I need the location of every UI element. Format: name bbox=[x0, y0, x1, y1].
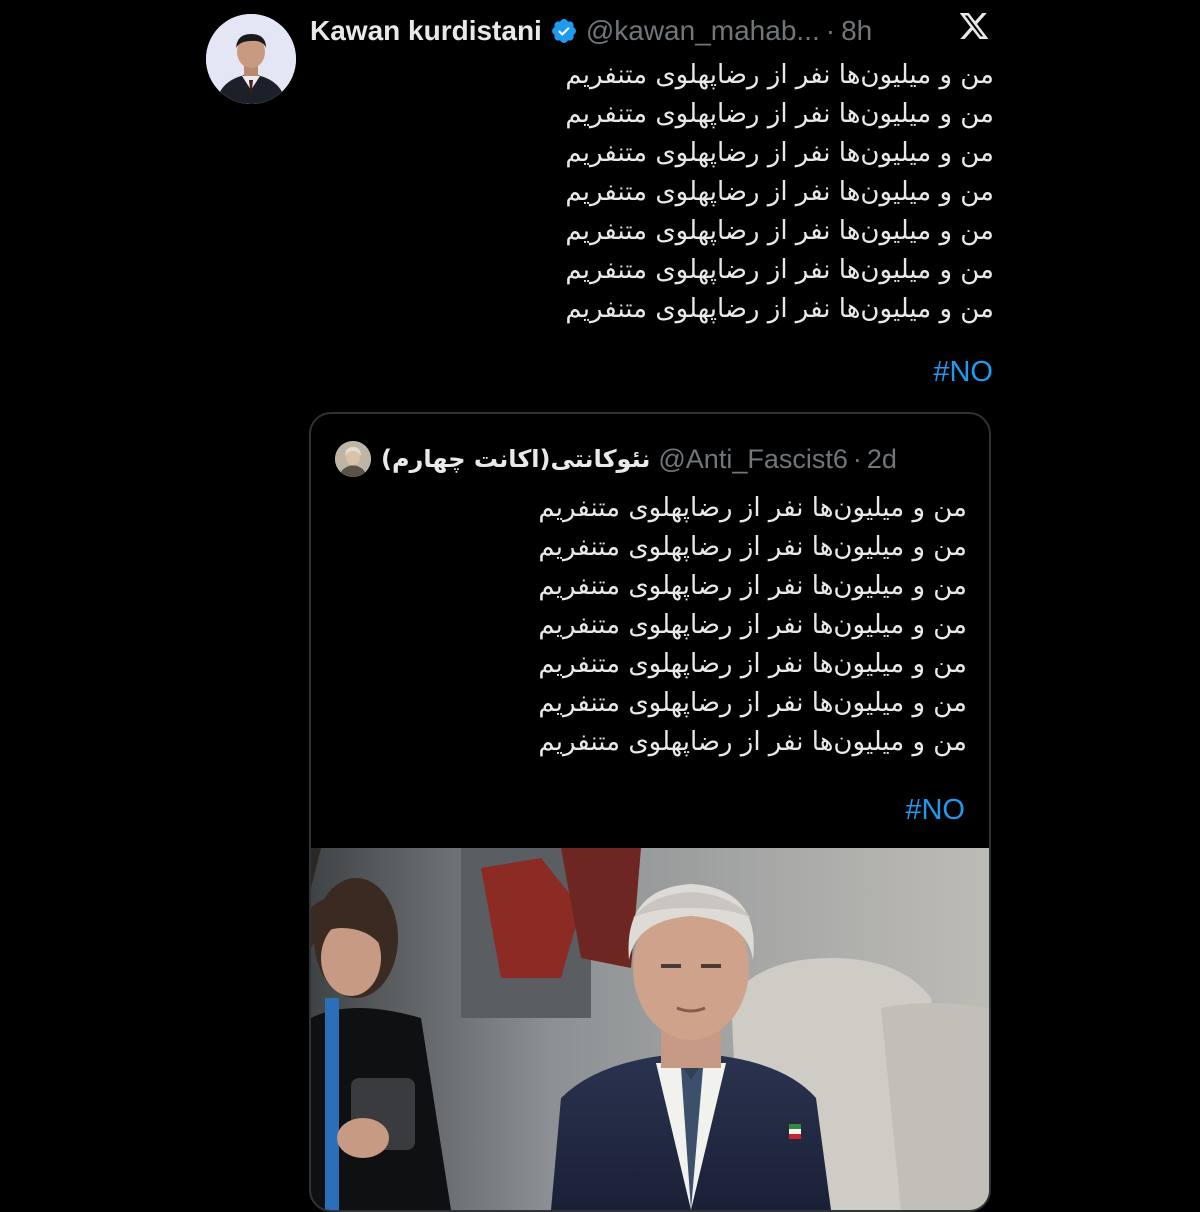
portrait-avatar-icon bbox=[335, 441, 371, 477]
quoted-text-line: من و میلیون‌ها نفر از رضاپهلوی متنفریم bbox=[538, 649, 967, 679]
profile-photo-icon bbox=[206, 14, 296, 104]
tweet-text-line: من و میلیون‌ها نفر از رضاپهلوی متنفریم bbox=[565, 138, 994, 168]
quoted-text-line: من و میلیون‌ها نفر از رضاپهلوی متنفریم bbox=[538, 571, 967, 601]
hashtag-link[interactable]: #NO bbox=[933, 356, 993, 389]
dot-separator: · bbox=[852, 443, 862, 474]
quoted-timestamp[interactable]: 2d bbox=[867, 444, 897, 475]
quoted-tweet-header: نئوکانتی(اکانت چهارم) @Anti_Fascist6 · 2… bbox=[335, 438, 897, 480]
tweet-text-line: من و میلیون‌ها نفر از رضاپهلوی متنفریم bbox=[565, 255, 994, 285]
author-handle[interactable]: @kawan_mahab... bbox=[586, 15, 820, 47]
quoted-text-line: من و میلیون‌ها نفر از رضاپهلوی متنفریم bbox=[538, 727, 967, 757]
quoted-text-line: من و میلیون‌ها نفر از رضاپهلوی متنفریم bbox=[538, 532, 967, 562]
quoted-text-line: من و میلیون‌ها نفر از رضاپهلوی متنفریم bbox=[538, 610, 967, 640]
dot-separator: · bbox=[825, 15, 836, 46]
tweet-text-line: من و میلیون‌ها نفر از رضاپهلوی متنفریم bbox=[565, 99, 994, 129]
quoted-media-image[interactable] bbox=[311, 848, 989, 1210]
author-avatar[interactable] bbox=[206, 14, 296, 104]
tweet-timestamp[interactable]: 8h bbox=[841, 15, 872, 47]
tweet-text: من و میلیون‌ها نفر از رضاپهلوی متنفریم م… bbox=[320, 56, 994, 329]
tweet-text-line: من و میلیون‌ها نفر از رضاپهلوی متنفریم bbox=[565, 60, 994, 90]
quoted-author-name[interactable]: نئوکانتی(اکانت چهارم) bbox=[381, 445, 650, 473]
event-photo-icon bbox=[311, 848, 989, 1210]
quoted-tweet-text: من و میلیون‌ها نفر از رضاپهلوی متنفریم م… bbox=[331, 489, 967, 762]
quoted-author-avatar[interactable] bbox=[335, 441, 371, 477]
tweet-header: Kawan kurdistani @kawan_mahab... · 8h bbox=[310, 8, 872, 54]
author-name[interactable]: Kawan kurdistani bbox=[310, 15, 542, 47]
quoted-author-handle[interactable]: @Anti_Fascist6 bbox=[658, 444, 847, 475]
quoted-text-line: من و میلیون‌ها نفر از رضاپهلوی متنفریم bbox=[538, 493, 967, 523]
tweet-text-line: من و میلیون‌ها نفر از رضاپهلوی متنفریم bbox=[565, 216, 994, 246]
quoted-text-line: من و میلیون‌ها نفر از رضاپهلوی متنفریم bbox=[538, 688, 967, 718]
verified-badge-icon bbox=[550, 17, 578, 45]
quoted-tweet-card[interactable]: نئوکانتی(اکانت چهارم) @Anti_Fascist6 · 2… bbox=[309, 412, 991, 1212]
x-logo-icon[interactable] bbox=[958, 10, 990, 42]
tweet-text-line: من و میلیون‌ها نفر از رضاپهلوی متنفریم bbox=[565, 177, 994, 207]
tweet-text-line: من و میلیون‌ها نفر از رضاپهلوی متنفریم bbox=[565, 294, 994, 324]
quoted-hashtag-link[interactable]: #NO bbox=[905, 794, 965, 827]
